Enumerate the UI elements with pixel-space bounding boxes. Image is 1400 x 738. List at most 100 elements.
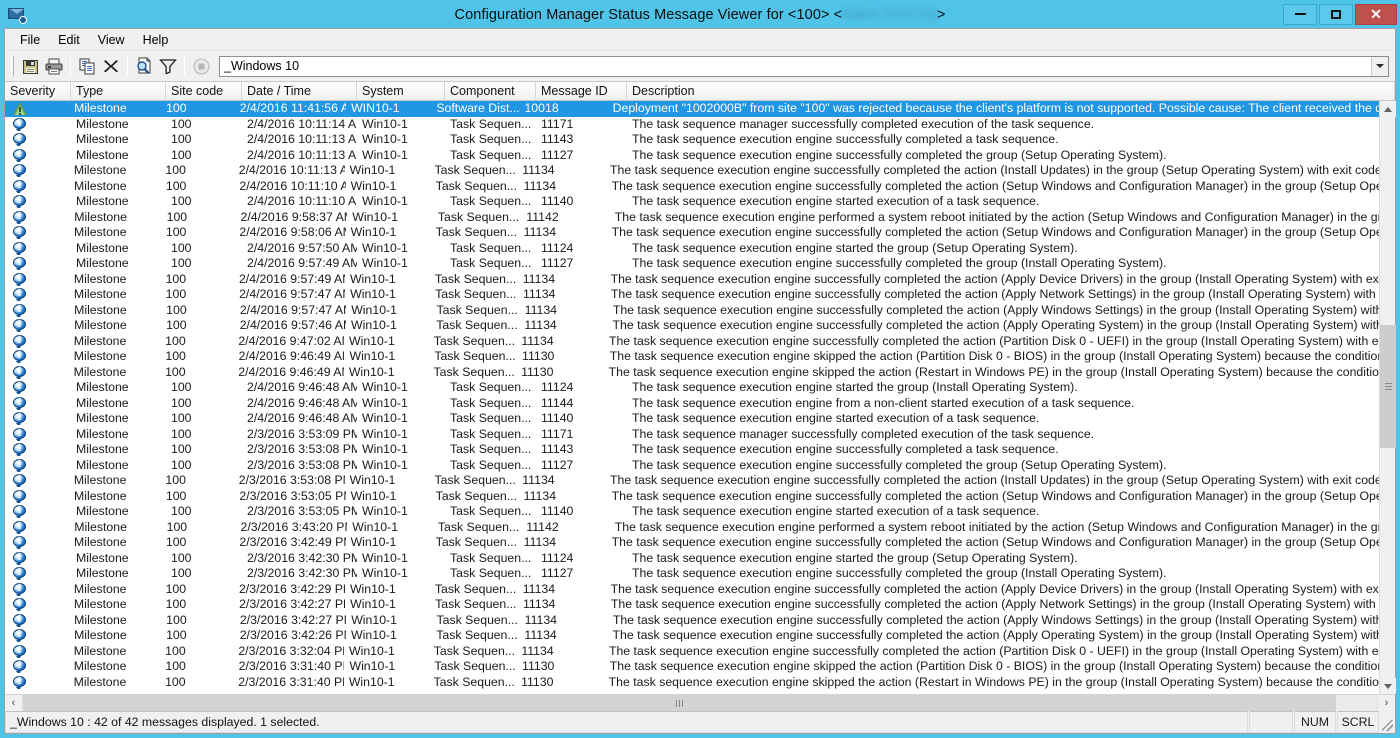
- combo-dropdown-button[interactable]: [1371, 56, 1388, 76]
- table-row[interactable]: Milestone 100 2/4/2016 10:11:10 AM Win10-1 T…: [5, 179, 1379, 195]
- table-row[interactable]: Milestone 100 2/3/2016 3:53:05 PM Win10-1 Ta…: [5, 489, 1379, 505]
- table-row[interactable]: Milestone 100 2/4/2016 10:11:13 AM Win10-1 T…: [5, 148, 1379, 164]
- table-row[interactable]: Milestone 100 2/3/2016 3:42:27 PM Win10-1 Ta…: [5, 597, 1379, 613]
- table-row[interactable]: Milestone 100 2/3/2016 3:53:08 PM Win10-1 Ta…: [5, 442, 1379, 458]
- table-row[interactable]: Milestone 100 2/4/2016 9:58:06 AM Win10-1 Ta…: [5, 225, 1379, 241]
- cell-system: Win10-1: [350, 488, 397, 503]
- cell-severity: [5, 319, 69, 333]
- table-row[interactable]: Milestone 100 2/4/2016 10:11:14 AM Win10-1 T…: [5, 117, 1379, 133]
- column-header-message_id[interactable]: Message ID: [536, 82, 627, 100]
- list-rows-container[interactable]: Milestone 100 2/4/2016 11:41:56 AM WIN10-1 S…: [5, 101, 1379, 694]
- table-row[interactable]: Milestone 100 2/3/2016 3:42:49 PM Win10-1 Ta…: [5, 535, 1379, 551]
- table-row[interactable]: Milestone 100 2/4/2016 9:58:37 AM Win10-1 Ta…: [5, 210, 1379, 226]
- cell-system: Win10-1: [362, 395, 408, 410]
- info-icon: [13, 520, 26, 534]
- table-row[interactable]: Milestone 100 2/3/2016 3:31:40 PM Win10-1 Ta…: [5, 675, 1379, 691]
- filter-combo-input[interactable]: [220, 57, 1371, 75]
- table-row[interactable]: Milestone 100 2/3/2016 3:31:40 PM Win10-1 Ta…: [5, 659, 1379, 675]
- table-row[interactable]: Milestone 100 2/4/2016 9:57:47 AM Win10-1 Ta…: [5, 303, 1379, 319]
- table-row[interactable]: Milestone 100 2/4/2016 9:57:50 AM Win10-1 Ta…: [5, 241, 1379, 257]
- table-row[interactable]: Milestone 100 2/3/2016 3:42:26 PM Win10-1 Ta…: [5, 628, 1379, 644]
- table-row[interactable]: Milestone 100 2/4/2016 9:46:49 AM Win10-1 Ta…: [5, 365, 1379, 381]
- cell-datetime: 2/4/2016 9:58:06 AM: [239, 225, 346, 239]
- resize-grip[interactable]: [1379, 711, 1395, 733]
- table-row[interactable]: Milestone 100 2/4/2016 9:46:48 AM Win10-1 Ta…: [5, 380, 1379, 396]
- scroll-right-button[interactable]: ›: [1378, 695, 1395, 711]
- scroll-up-button[interactable]: [1380, 101, 1396, 117]
- table-row[interactable]: Milestone 100 2/4/2016 9:57:46 AM Win10-1 Ta…: [5, 318, 1379, 334]
- filter-button[interactable]: [156, 54, 180, 78]
- cell-component: Task Sequen...: [434, 659, 516, 673]
- cell-site_code: 100: [171, 132, 192, 146]
- table-row[interactable]: Milestone 100 2/4/2016 10:11:10 AM Win10-1 T…: [5, 194, 1379, 210]
- find-button[interactable]: [132, 54, 156, 78]
- column-header-datetime[interactable]: Date / Time: [242, 82, 357, 100]
- save-button[interactable]: [18, 54, 42, 78]
- table-row[interactable]: Milestone 100 2/3/2016 3:53:09 PM Win10-1 Ta…: [5, 427, 1379, 443]
- table-row[interactable]: Milestone 100 2/3/2016 3:53:08 PM Win10-1 Ta…: [5, 473, 1379, 489]
- table-row[interactable]: Milestone 100 2/4/2016 9:57:49 AM Win10-1 Ta…: [5, 256, 1379, 272]
- delete-button[interactable]: [99, 54, 123, 78]
- table-row[interactable]: Milestone 100 2/3/2016 3:42:30 PM Win10-1 Ta…: [5, 566, 1379, 582]
- table-row[interactable]: Milestone 100 2/4/2016 9:46:48 AM Win10-1 Ta…: [5, 411, 1379, 427]
- filter-combo-box[interactable]: [219, 55, 1389, 77]
- cell-datetime: 2/3/2016 3:42:49 PM: [239, 535, 346, 549]
- vertical-scrollbar[interactable]: [1379, 101, 1396, 694]
- table-row[interactable]: Milestone 100 2/4/2016 11:41:56 AM WIN10-1 S…: [5, 101, 1379, 117]
- column-header-system[interactable]: System: [357, 82, 445, 100]
- vertical-scroll-track[interactable]: [1380, 117, 1396, 678]
- table-row[interactable]: Milestone 100 2/4/2016 9:46:48 AM Win10-1 Ta…: [5, 396, 1379, 412]
- table-row[interactable]: Milestone 100 2/4/2016 9:46:49 AM Win10-1 Ta…: [5, 349, 1379, 365]
- info-icon: [13, 272, 26, 286]
- app-icon[interactable]: [8, 5, 27, 24]
- print-button[interactable]: [42, 54, 66, 78]
- minimize-button[interactable]: [1283, 3, 1317, 25]
- vertical-scroll-thumb[interactable]: [1380, 324, 1396, 448]
- menu-item-view[interactable]: View: [89, 31, 134, 49]
- table-row[interactable]: Milestone 100 2/3/2016 3:53:05 PM Win10-1 Ta…: [5, 504, 1379, 520]
- cell-datetime: 2/4/2016 10:11:10 AM: [247, 194, 357, 208]
- column-header-description[interactable]: Description: [627, 82, 1395, 100]
- cell-datetime: 2/4/2016 9:46:49 AM: [238, 364, 344, 379]
- cell-message_id: 11134: [524, 302, 558, 317]
- toolbar-grip[interactable]: [11, 56, 14, 76]
- table-row[interactable]: Milestone 100 2/3/2016 3:42:27 PM Win10-1 Ta…: [5, 613, 1379, 629]
- table-row[interactable]: Milestone 100 2/4/2016 9:57:49 AM Win10-1 Ta…: [5, 272, 1379, 288]
- table-row[interactable]: Milestone 100 2/3/2016 3:43:20 PM Win10-1 Ta…: [5, 520, 1379, 536]
- cell-component: Task Sequen...: [450, 411, 532, 425]
- column-header-type[interactable]: Type: [71, 82, 166, 100]
- horizontal-scroll-thumb[interactable]: [23, 695, 1337, 711]
- table-row[interactable]: Milestone 100 2/3/2016 3:42:30 PM Win10-1 Ta…: [5, 551, 1379, 567]
- menu-item-help[interactable]: Help: [134, 31, 178, 49]
- column-header-component[interactable]: Component: [445, 82, 536, 100]
- table-row[interactable]: Milestone 100 2/4/2016 9:47:02 AM Win10-1 Ta…: [5, 334, 1379, 350]
- cell-site_code: 100: [171, 395, 192, 410]
- table-row[interactable]: Milestone 100 2/4/2016 10:11:13 AM Win10-1 T…: [5, 132, 1379, 148]
- maximize-button[interactable]: [1319, 3, 1353, 25]
- cell-site_code: 100: [165, 364, 186, 379]
- menu-item-edit[interactable]: Edit: [49, 31, 89, 49]
- copy-button[interactable]: [75, 54, 99, 78]
- table-row[interactable]: Milestone 100 2/3/2016 3:53:08 PM Win10-1 Ta…: [5, 458, 1379, 474]
- scroll-down-button[interactable]: [1380, 678, 1396, 694]
- cell-message_id: 11134: [522, 271, 556, 286]
- cell-site_code: 100: [165, 163, 186, 177]
- cell-description: The task sequence execution engine succe…: [608, 643, 1379, 658]
- table-row[interactable]: Milestone 100 2/3/2016 3:42:29 PM Win10-1 Ta…: [5, 582, 1379, 598]
- cell-type: Milestone: [73, 163, 127, 177]
- cell-site_code: 100: [165, 473, 186, 487]
- menu-item-file[interactable]: File: [11, 31, 49, 49]
- column-header-severity[interactable]: Severity: [5, 82, 71, 100]
- table-row[interactable]: Milestone 100 2/4/2016 9:57:47 AM Win10-1 Ta…: [5, 287, 1379, 303]
- scroll-left-button[interactable]: ‹: [5, 695, 22, 711]
- cell-system: Win10-1: [349, 581, 396, 596]
- table-row[interactable]: Milestone 100 2/4/2016 10:11:13 AM Win10-1 T…: [5, 163, 1379, 179]
- column-header-site_code[interactable]: Site code: [166, 82, 242, 100]
- table-row[interactable]: Milestone 100 2/3/2016 3:32:04 PM Win10-1 Ta…: [5, 644, 1379, 660]
- horizontal-scroll-track[interactable]: [22, 695, 1378, 711]
- info-icon: [13, 148, 26, 162]
- horizontal-scrollbar[interactable]: ‹ ›: [5, 694, 1395, 711]
- cell-description: The task sequence execution engine start…: [632, 240, 1078, 255]
- close-button[interactable]: ✕: [1355, 3, 1397, 25]
- title-bar[interactable]: Configuration Manager Status Message Vie…: [0, 0, 1400, 28]
